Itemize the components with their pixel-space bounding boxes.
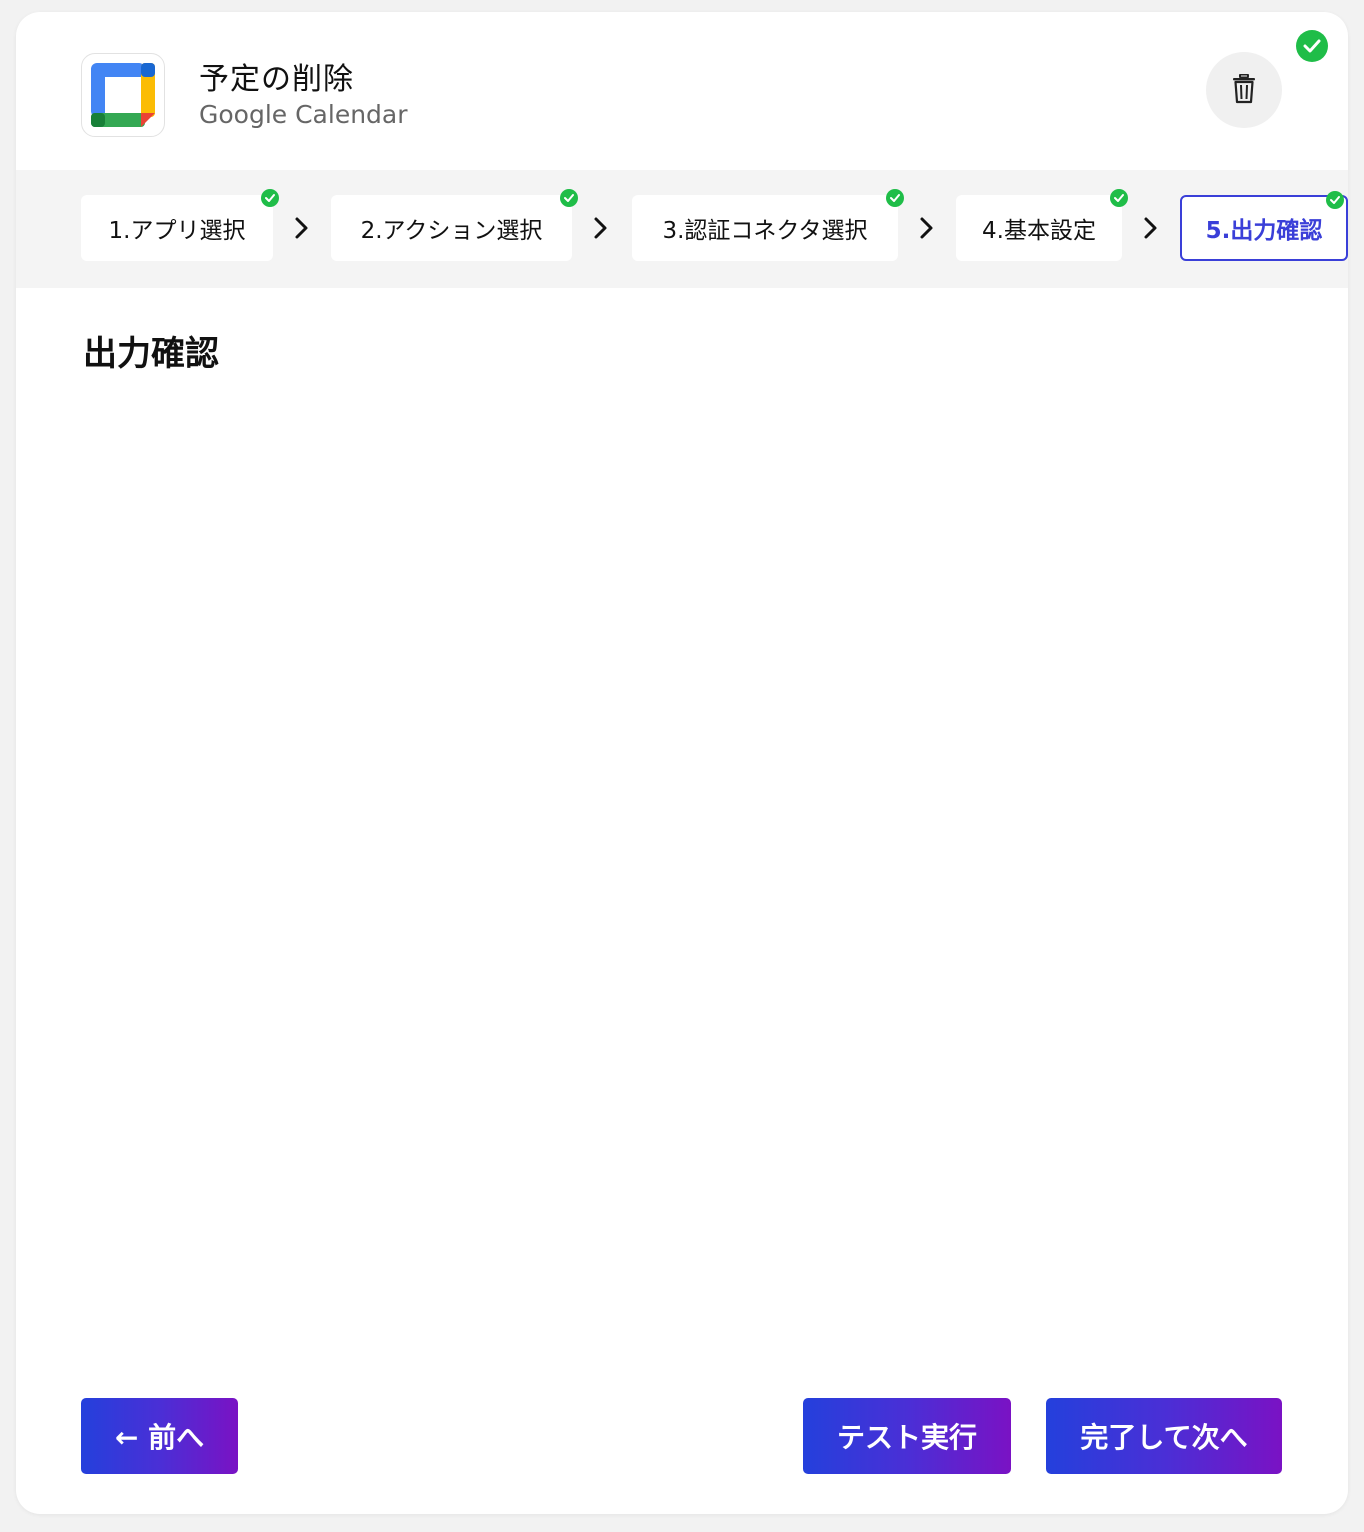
step-label: 3.認証コネクタ選択 (662, 218, 868, 244)
step-navigation: 1.アプリ選択 2.アクション選択 3.認証コネクタ選択 4.基本設定 5.出力… (16, 170, 1348, 288)
chevron-right-icon (920, 217, 933, 239)
back-button[interactable]: ← 前へ (81, 1398, 238, 1474)
action-card: 予定の削除 Google Calendar 1.アプリ選択 2.アクション選択 … (16, 12, 1348, 1514)
step-basic-settings[interactable]: 4.基本設定 (956, 189, 1128, 261)
test-run-button[interactable]: テスト実行 (803, 1398, 1011, 1474)
step-label: 4.基本設定 (982, 218, 1096, 244)
step-connector-select[interactable]: 3.認証コネクタ選択 (632, 189, 904, 261)
card-header: 予定の削除 Google Calendar (16, 12, 1348, 170)
delete-button[interactable] (1206, 52, 1282, 128)
chevron-right-icon (295, 217, 308, 239)
check-circle-icon (1296, 30, 1328, 62)
step-action-select[interactable]: 2.アクション選択 (331, 189, 578, 261)
check-circle-icon (1326, 191, 1344, 209)
check-circle-icon (560, 189, 578, 207)
action-title: 予定の削除 (199, 62, 354, 97)
chevron-right-icon (1144, 217, 1157, 239)
google-calendar-icon (81, 53, 165, 137)
complete-next-button[interactable]: 完了して次へ (1046, 1398, 1282, 1474)
section-title: 出力確認 (83, 334, 219, 374)
chevron-right-icon (594, 217, 607, 239)
app-name: Google Calendar (199, 100, 408, 129)
step-label: 5.出力確認 (1205, 218, 1323, 244)
step-app-select[interactable]: 1.アプリ選択 (81, 189, 279, 261)
step-label: 2.アクション選択 (360, 218, 543, 244)
check-circle-icon (886, 189, 904, 207)
check-circle-icon (261, 189, 279, 207)
step-label: 1.アプリ選択 (108, 218, 246, 244)
check-circle-icon (1110, 189, 1128, 207)
step-output-confirm[interactable]: 5.出力確認 (1180, 191, 1348, 261)
